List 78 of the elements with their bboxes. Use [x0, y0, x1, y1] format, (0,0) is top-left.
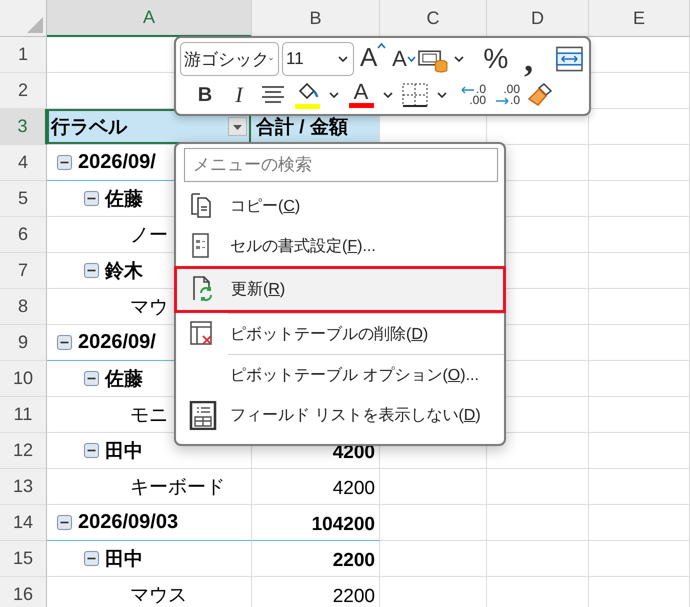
- arrow-right-icon: [494, 96, 509, 104]
- menu-item[interactable]: フィールド リストを表示しない(D): [176, 395, 504, 435]
- caret-icon: [406, 56, 416, 62]
- product-label: マウ: [130, 296, 168, 320]
- collapse-button[interactable]: [84, 551, 99, 566]
- size-select[interactable]: 11: [282, 42, 354, 76]
- amount-value: 2200: [332, 550, 375, 572]
- font-color-button[interactable]: A: [344, 82, 378, 108]
- menu-item[interactable]: 更新(R): [174, 266, 506, 313]
- menu-item[interactable]: ピボットテーブルの削除(D): [176, 314, 504, 354]
- product-label: キーボード: [130, 476, 225, 500]
- row-header[interactable]: 7: [0, 253, 47, 289]
- product-label: ノー: [130, 224, 168, 248]
- bold-button[interactable]: B: [188, 80, 222, 110]
- menu-item[interactable]: ピボットテーブル オプション(O)...: [176, 355, 504, 395]
- row-header[interactable]: 12: [0, 433, 47, 469]
- date-label: 2026/09/: [78, 151, 156, 174]
- name-label: 鈴木: [105, 260, 143, 284]
- row-header[interactable]: 5: [0, 181, 47, 217]
- date-label: 2026/09/: [78, 331, 156, 354]
- field-list-icon: [189, 400, 217, 430]
- row-header[interactable]: 8: [0, 289, 47, 325]
- collapse-button[interactable]: [57, 335, 72, 350]
- amount-value: 2200: [332, 586, 375, 607]
- name-label: 田中: [105, 440, 143, 464]
- collapse-button[interactable]: [84, 191, 99, 206]
- amount-value: 4200: [332, 478, 375, 500]
- increase-font-size-button[interactable]: A: [356, 42, 390, 76]
- date-label: 2026/09/03: [78, 511, 178, 534]
- decrease-decimal-button[interactable]: .00 .0: [486, 84, 520, 106]
- percent-style-button[interactable]: %: [476, 43, 516, 75]
- italic-button[interactable]: I: [222, 80, 256, 110]
- row-header[interactable]: 10: [0, 361, 47, 397]
- name-label: 佐藤: [105, 368, 143, 392]
- row-header[interactable]: 3: [0, 109, 47, 145]
- collapse-button[interactable]: [84, 371, 99, 386]
- column-header[interactable]: C: [380, 0, 487, 37]
- row-header[interactable]: 6: [0, 217, 47, 253]
- name-label: 佐藤: [105, 188, 143, 212]
- chevron-down-icon: [437, 91, 447, 99]
- decrease-font-size-button[interactable]: A: [390, 42, 418, 76]
- row-header[interactable]: 1: [0, 37, 47, 73]
- collapse-button[interactable]: [84, 263, 99, 278]
- chevron-down-icon: [454, 55, 464, 63]
- product-label: モニ: [130, 404, 168, 428]
- comma-style-button[interactable]: ,: [515, 44, 542, 74]
- increase-decimal-button[interactable]: .0 .00: [452, 84, 486, 106]
- row-header[interactable]: 11: [0, 397, 47, 433]
- column-header[interactable]: A: [47, 0, 252, 37]
- column-header[interactable]: D: [487, 0, 589, 37]
- column-header[interactable]: B: [252, 0, 380, 37]
- arrow-left-icon: [460, 86, 475, 94]
- filter-dropdown-button[interactable]: [228, 117, 247, 136]
- row-header[interactable]: 16: [0, 577, 47, 607]
- menu-search-field[interactable]: メニューの検索: [184, 148, 498, 182]
- row-labels-header: 行ラベル: [51, 116, 127, 140]
- amount-value: 104200: [312, 514, 375, 536]
- values-header: 合計 / 金額: [256, 116, 348, 140]
- collapse-button[interactable]: [57, 515, 72, 530]
- product-label: マウス: [130, 584, 187, 607]
- row-header[interactable]: 2: [0, 73, 47, 109]
- menu-item[interactable]: セルの書式設定(F)...: [176, 226, 504, 266]
- collapse-button[interactable]: [84, 443, 99, 458]
- chevron-down-icon: [338, 55, 348, 63]
- chevron-down-icon: [383, 91, 393, 99]
- row-header[interactable]: 14: [0, 505, 47, 541]
- row-header[interactable]: 15: [0, 541, 47, 577]
- row-header[interactable]: 9: [0, 325, 47, 361]
- chevron-down-icon: [329, 91, 339, 99]
- column-header[interactable]: E: [589, 0, 690, 37]
- collapse-button[interactable]: [57, 155, 72, 170]
- menu-item[interactable]: コピー(C): [176, 186, 504, 226]
- merge-center-button[interactable]: [554, 44, 585, 74]
- row-header[interactable]: 13: [0, 469, 47, 505]
- caret-icon: [377, 42, 386, 49]
- row-header[interactable]: 4: [0, 145, 47, 181]
- font-select[interactable]: 游ゴシック: [180, 42, 279, 76]
- name-label: 田中: [105, 548, 143, 572]
